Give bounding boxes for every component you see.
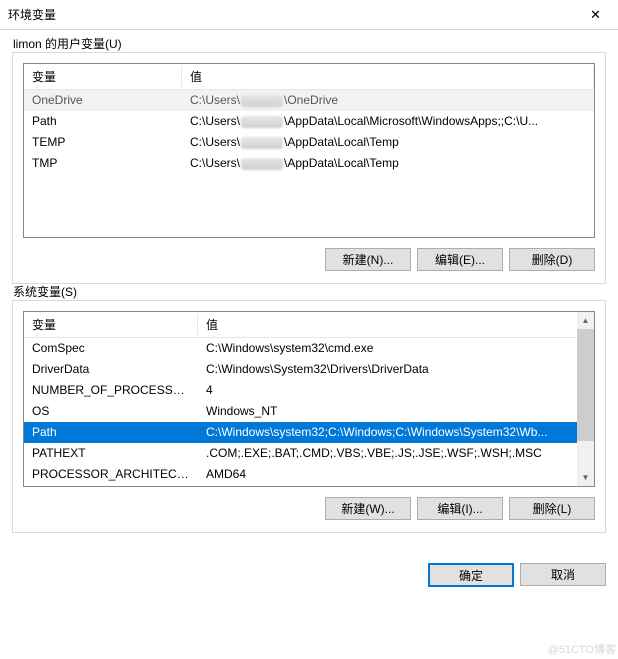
- user-variables-table: 变量 值 OneDriveC:\Users\\OneDrivePathC:\Us…: [24, 64, 594, 174]
- var-name-cell: Path: [24, 111, 182, 132]
- scroll-up-icon[interactable]: ▲: [577, 312, 594, 329]
- user-col-value[interactable]: 值: [182, 64, 594, 90]
- table-row[interactable]: PathC:\Windows\system32;C:\Windows;C:\Wi…: [24, 422, 594, 443]
- var-value-cell: .COM;.EXE;.BAT;.CMD;.VBS;.VBE;.JS;.JSE;.…: [198, 443, 594, 464]
- redacted-username: [241, 116, 283, 128]
- var-value-cell: C:\Users\\OneDrive: [182, 90, 594, 111]
- system-edit-button[interactable]: 编辑(I)...: [417, 497, 503, 520]
- var-value-cell: C:\Windows\system32;C:\Windows;C:\Window…: [198, 422, 594, 443]
- system-variables-legend: 系统变量(S): [13, 283, 77, 300]
- table-row[interactable]: TMPC:\Users\\AppData\Local\Temp: [24, 153, 594, 174]
- var-value-cell: C:\Windows\System32\Drivers\DriverData: [198, 359, 594, 380]
- user-edit-button[interactable]: 编辑(E)...: [417, 248, 503, 271]
- sys-col-value[interactable]: 值: [198, 312, 594, 338]
- user-variables-group: limon 的用户变量(U) 变量 值 OneDriveC:\Users\\On…: [12, 52, 606, 284]
- var-value-cell: C:\Users\\AppData\Local\Temp: [182, 132, 594, 153]
- ok-button[interactable]: 确定: [428, 563, 514, 587]
- sys-col-variable[interactable]: 变量: [24, 312, 198, 338]
- user-col-variable[interactable]: 变量: [24, 64, 182, 90]
- var-name-cell: PATHEXT: [24, 443, 198, 464]
- watermark-text: @51CTO博客: [548, 641, 616, 657]
- var-name-cell: OS: [24, 401, 198, 422]
- user-buttons-row: 新建(N)... 编辑(E)... 删除(D): [23, 248, 595, 271]
- var-name-cell: DriverData: [24, 359, 198, 380]
- table-row[interactable]: PATHEXT.COM;.EXE;.BAT;.CMD;.VBS;.VBE;.JS…: [24, 443, 594, 464]
- user-delete-button[interactable]: 删除(D): [509, 248, 595, 271]
- redacted-username: [241, 137, 283, 149]
- var-name-cell: PROCESSOR_ARCHITECT...: [24, 464, 198, 485]
- user-variables-table-container: 变量 值 OneDriveC:\Users\\OneDrivePathC:\Us…: [23, 63, 595, 238]
- var-value-cell: Windows_NT: [198, 401, 594, 422]
- table-row[interactable]: PathC:\Users\\AppData\Local\Microsoft\Wi…: [24, 111, 594, 132]
- dialog-content: limon 的用户变量(U) 变量 值 OneDriveC:\Users\\On…: [0, 30, 618, 559]
- var-value-cell: C:\Users\\AppData\Local\Microsoft\Window…: [182, 111, 594, 132]
- table-row[interactable]: OSWindows_NT: [24, 401, 594, 422]
- redacted-username: [241, 95, 283, 107]
- var-value-cell: 4: [198, 380, 594, 401]
- table-row[interactable]: ComSpecC:\Windows\system32\cmd.exe: [24, 338, 594, 359]
- var-name-cell: NUMBER_OF_PROCESSORS: [24, 380, 198, 401]
- user-variables-legend: limon 的用户变量(U): [13, 35, 122, 52]
- var-value-cell: C:\Users\\AppData\Local\Temp: [182, 153, 594, 174]
- close-icon: ✕: [590, 7, 601, 23]
- var-value-cell: AMD64: [198, 464, 594, 485]
- var-value-cell: C:\Windows\system32\cmd.exe: [198, 338, 594, 359]
- window-title: 环境变量: [8, 6, 573, 23]
- redacted-username: [241, 158, 283, 170]
- table-row[interactable]: OneDriveC:\Users\\OneDrive: [24, 90, 594, 111]
- user-new-button[interactable]: 新建(N)...: [325, 248, 411, 271]
- table-row[interactable]: NUMBER_OF_PROCESSORS4: [24, 380, 594, 401]
- scroll-down-icon[interactable]: ▼: [577, 469, 594, 486]
- dialog-footer: 确定 取消: [0, 559, 618, 597]
- close-button[interactable]: ✕: [573, 0, 618, 29]
- var-name-cell: TEMP: [24, 132, 182, 153]
- cancel-button[interactable]: 取消: [520, 563, 606, 586]
- system-delete-button[interactable]: 删除(L): [509, 497, 595, 520]
- var-name-cell: OneDrive: [24, 90, 182, 111]
- var-name-cell: TMP: [24, 153, 182, 174]
- system-new-button[interactable]: 新建(W)...: [325, 497, 411, 520]
- var-name-cell: Path: [24, 422, 198, 443]
- system-variables-table-container: 变量 值 ComSpecC:\Windows\system32\cmd.exeD…: [23, 311, 595, 487]
- window-titlebar: 环境变量 ✕: [0, 0, 618, 30]
- system-buttons-row: 新建(W)... 编辑(I)... 删除(L): [23, 497, 595, 520]
- table-row[interactable]: PROCESSOR_ARCHITECT...AMD64: [24, 464, 594, 485]
- scrollbar-thumb[interactable]: [577, 329, 594, 441]
- scrollbar-track[interactable]: [577, 329, 594, 469]
- system-variables-group: 系统变量(S) 变量 值 ComSpecC:\Windows\system32\…: [12, 300, 606, 533]
- table-row[interactable]: TEMPC:\Users\\AppData\Local\Temp: [24, 132, 594, 153]
- table-row[interactable]: DriverDataC:\Windows\System32\Drivers\Dr…: [24, 359, 594, 380]
- var-name-cell: ComSpec: [24, 338, 198, 359]
- system-scrollbar[interactable]: ▲ ▼: [577, 312, 594, 486]
- system-variables-table: 变量 值 ComSpecC:\Windows\system32\cmd.exeD…: [24, 312, 594, 485]
